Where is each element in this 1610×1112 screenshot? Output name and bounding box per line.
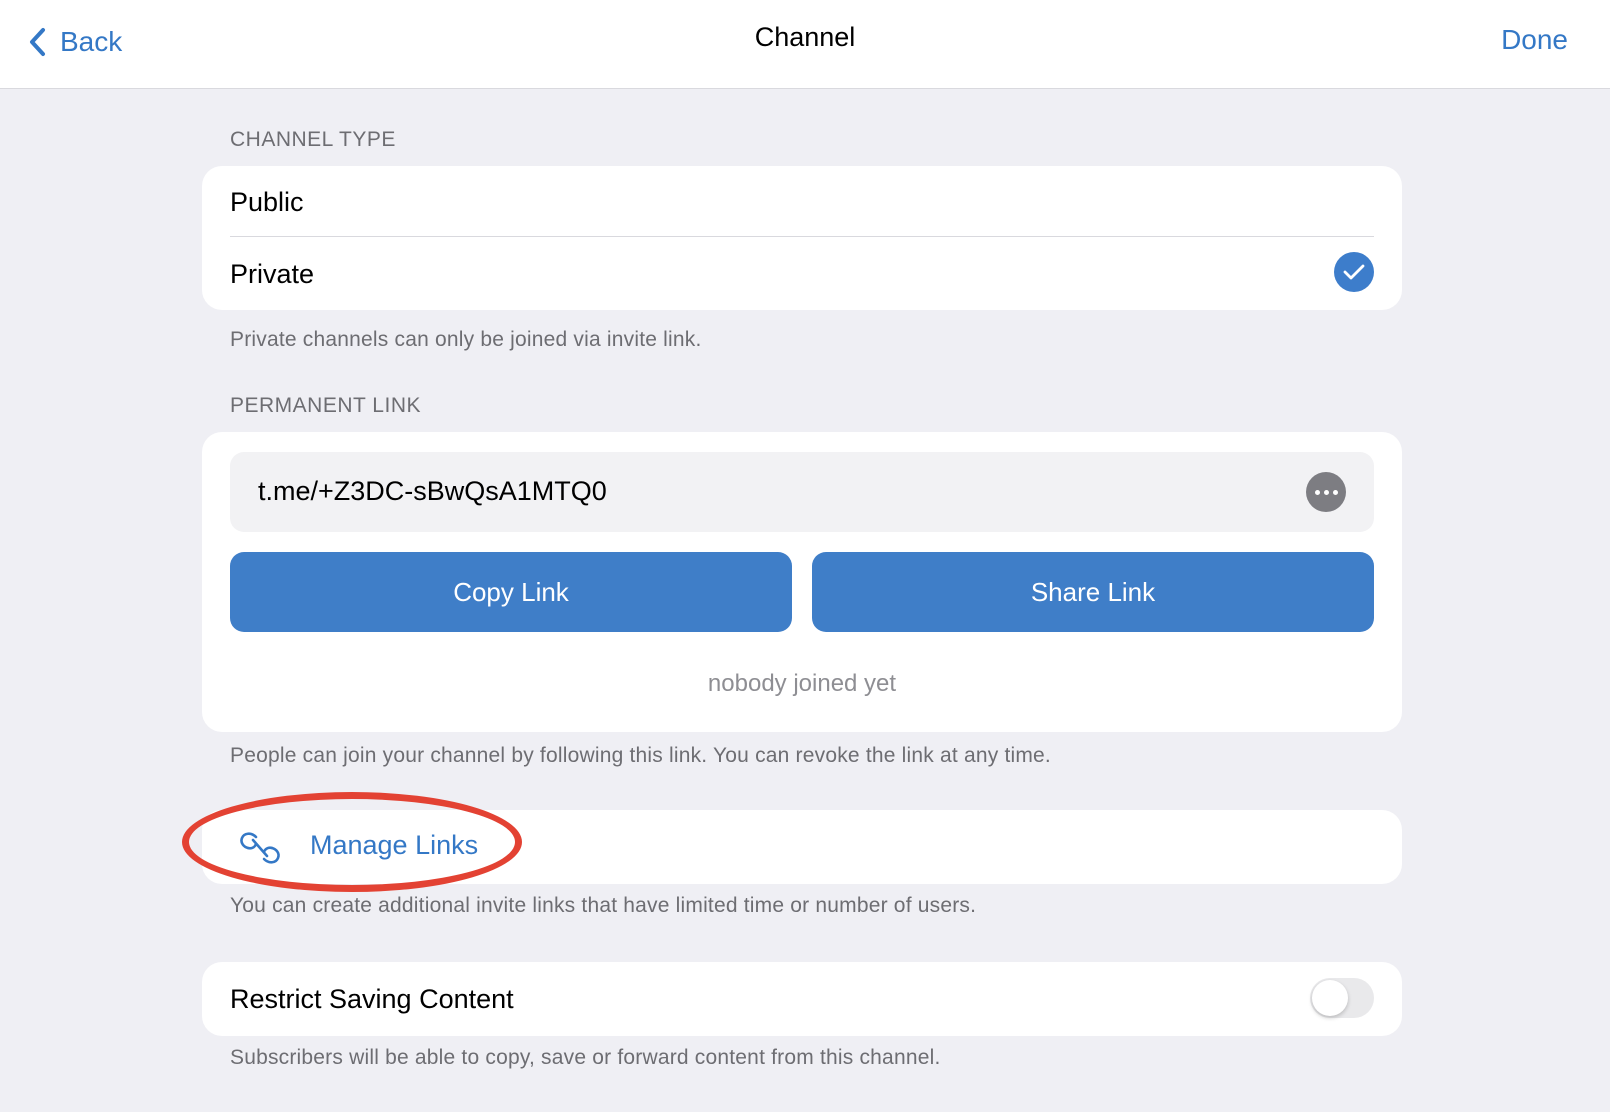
restrict-saving-label: Restrict Saving Content xyxy=(230,983,514,1014)
share-link-button[interactable]: Share Link xyxy=(812,552,1374,632)
navigation-bar: Back Channel Done xyxy=(0,0,1610,89)
manage-links-button[interactable]: Manage Links xyxy=(202,810,1402,884)
link-text: t.me/+Z3DC-sBwQsA1MTQ0 xyxy=(258,476,607,506)
link-icon xyxy=(240,832,280,864)
copy-link-button[interactable]: Copy Link xyxy=(230,552,792,632)
link-field[interactable]: t.me/+Z3DC-sBwQsA1MTQ0 xyxy=(230,452,1374,532)
public-label: Public xyxy=(230,186,304,217)
restrict-saving-card: Restrict Saving Content xyxy=(202,962,1402,1036)
restrict-saving-toggle[interactable] xyxy=(1310,978,1374,1018)
permanent-link-card: t.me/+Z3DC-sBwQsA1MTQ0 Copy Link Share L… xyxy=(202,432,1402,732)
manage-links-card: Manage Links xyxy=(202,810,1402,884)
divider xyxy=(230,236,1374,237)
channel-type-footer: Private channels can only be joined via … xyxy=(230,328,702,351)
permanent-link-footer: People can join your channel by followin… xyxy=(230,744,1051,767)
channel-type-private-option[interactable]: Private xyxy=(230,256,1374,292)
manage-links-footer: You can create additional invite links t… xyxy=(230,894,977,917)
manage-links-label: Manage Links xyxy=(310,830,479,860)
private-label: Private xyxy=(230,258,315,289)
channel-type-header: CHANNEL TYPE xyxy=(230,128,396,151)
restrict-saving-footer: Subscribers will be able to copy, save o… xyxy=(230,1046,941,1069)
restrict-saving-row: Restrict Saving Content xyxy=(230,981,1374,1017)
joined-status[interactable]: nobody joined yet xyxy=(202,670,1402,698)
checkmark-icon xyxy=(1334,252,1374,292)
page-title: Channel xyxy=(754,22,856,52)
channel-type-card: Public Private xyxy=(202,166,1402,310)
channel-type-public-option[interactable]: Public xyxy=(230,184,1374,220)
permanent-link-header: PERMANENT LINK xyxy=(230,394,421,417)
more-options-icon[interactable] xyxy=(1306,472,1346,512)
done-button[interactable]: Done xyxy=(1501,24,1568,56)
toggle-knob xyxy=(1312,980,1348,1016)
